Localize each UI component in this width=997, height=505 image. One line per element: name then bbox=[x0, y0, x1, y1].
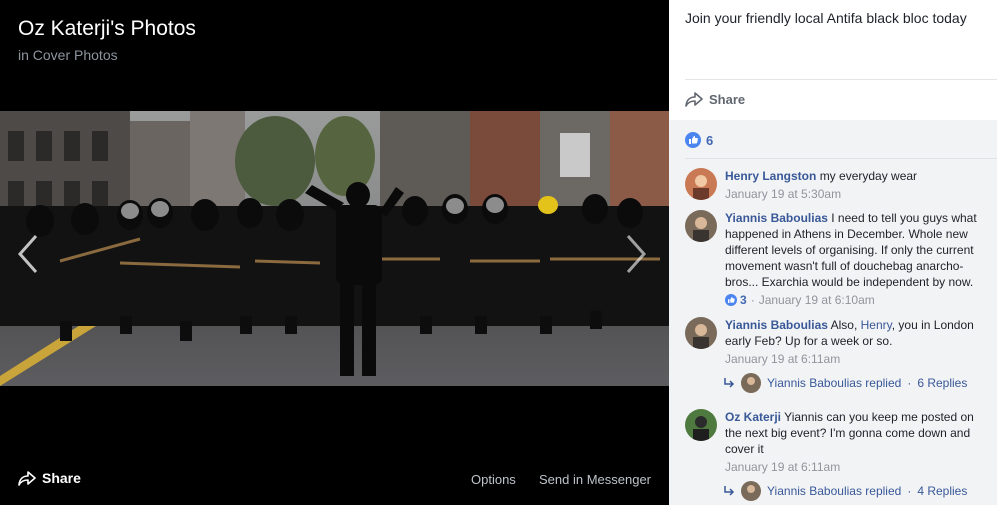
options-button[interactable]: Options bbox=[471, 472, 516, 487]
share-label: Share bbox=[709, 91, 746, 107]
divider bbox=[685, 79, 997, 80]
thumbs-up-icon bbox=[685, 132, 701, 148]
viewer-share-button[interactable]: Share bbox=[18, 470, 81, 486]
reply-summary: Yiannis Baboulias replied bbox=[767, 376, 902, 390]
next-photo-button[interactable] bbox=[620, 232, 650, 276]
comment-text-before: Also, bbox=[830, 318, 858, 332]
user-avatar-icon bbox=[685, 168, 717, 200]
reply-arrow-icon bbox=[724, 486, 735, 496]
user-avatar-icon bbox=[741, 481, 761, 501]
reply-avatar bbox=[741, 481, 761, 501]
album-subtitle[interactable]: in Cover Photos bbox=[18, 47, 118, 63]
comment-body: Yiannis Baboulias Also, Henry, you in Lo… bbox=[725, 317, 987, 367]
comment-timestamp[interactable]: January 19 at 6:10am bbox=[759, 292, 875, 308]
reply-separator: · bbox=[907, 376, 912, 390]
comment-author[interactable]: Oz Katerji bbox=[725, 410, 781, 424]
comment-text: my everyday wear bbox=[819, 169, 918, 183]
avatar[interactable] bbox=[685, 210, 717, 242]
album-owner-title[interactable]: Oz Katerji's Photos bbox=[18, 17, 196, 41]
comment-timestamp[interactable]: January 19 at 5:30am bbox=[725, 186, 841, 202]
comment-body: Oz Katerji Yiannis can you keep me poste… bbox=[725, 409, 987, 475]
comment-author[interactable]: Yiannis Baboulias bbox=[725, 318, 828, 332]
comment-timestamp[interactable]: January 19 at 6:11am bbox=[725, 459, 840, 475]
divider bbox=[685, 158, 997, 159]
reply-count: 6 Replies bbox=[917, 376, 968, 390]
comment-timestamp[interactable]: January 19 at 6:11am bbox=[725, 351, 840, 367]
user-avatar-icon bbox=[741, 373, 761, 393]
share-arrow-icon bbox=[18, 471, 36, 486]
send-in-messenger-button[interactable]: Send in Messenger bbox=[539, 472, 651, 487]
user-avatar-icon bbox=[685, 210, 717, 242]
comment-body: Henry Langston my everyday wear January … bbox=[725, 168, 987, 202]
comment-author[interactable]: Henry Langston bbox=[725, 169, 816, 183]
user-avatar-icon bbox=[685, 317, 717, 349]
reaction-count: 6 bbox=[706, 132, 714, 148]
view-replies-link[interactable]: Yiannis Baboulias replied · 4 Replies bbox=[723, 481, 967, 501]
like-count-value: 3 bbox=[740, 293, 747, 307]
photo bbox=[0, 111, 669, 386]
share-button[interactable]: Share bbox=[685, 91, 745, 107]
share-arrow-icon bbox=[685, 92, 703, 107]
comment-body: Yiannis Baboulias I need to tell you guy… bbox=[725, 210, 987, 308]
side-panel: Join your friendly local Antifa black bl… bbox=[669, 0, 997, 505]
reply-separator: · bbox=[907, 484, 912, 498]
reply-arrow-icon bbox=[724, 378, 735, 388]
reply-summary: Yiannis Baboulias replied bbox=[767, 484, 902, 498]
photo-image bbox=[0, 111, 669, 386]
photo-caption: Join your friendly local Antifa black bl… bbox=[685, 10, 967, 26]
chevron-right-icon bbox=[626, 235, 647, 273]
avatar[interactable] bbox=[685, 317, 717, 349]
photo-viewer: Oz Katerji's Photos in Cover Photos Shar… bbox=[0, 0, 669, 505]
reply-avatar bbox=[741, 373, 761, 393]
view-replies-link[interactable]: Yiannis Baboulias replied · 6 Replies bbox=[723, 373, 967, 393]
reactions-summary[interactable]: 6 bbox=[685, 132, 713, 148]
comment-like-count[interactable]: 3 bbox=[725, 292, 747, 308]
chevron-left-icon bbox=[17, 235, 38, 273]
avatar[interactable] bbox=[685, 409, 717, 441]
user-avatar-icon bbox=[685, 409, 717, 441]
viewer-footer: Share Options Send in Messenger bbox=[0, 460, 669, 500]
thumbs-up-icon bbox=[725, 294, 737, 306]
previous-photo-button[interactable] bbox=[14, 232, 44, 276]
meta-separator: · bbox=[750, 293, 755, 307]
comments-section: 6 Henry Langston my everyday wear Januar… bbox=[669, 120, 997, 505]
mention-link[interactable]: Henry bbox=[861, 318, 892, 332]
reply-count: 4 Replies bbox=[917, 484, 968, 498]
viewer-share-label: Share bbox=[42, 470, 81, 486]
comment-author[interactable]: Yiannis Baboulias bbox=[725, 211, 828, 225]
avatar[interactable] bbox=[685, 168, 717, 200]
